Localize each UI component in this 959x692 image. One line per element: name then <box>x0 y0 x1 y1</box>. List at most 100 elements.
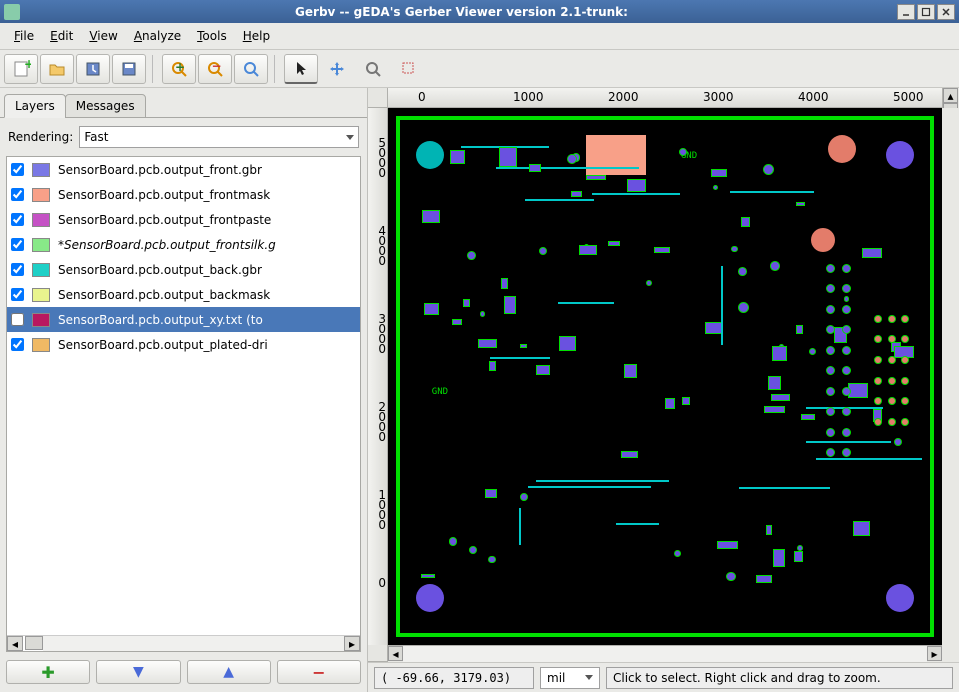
layer-color-swatch[interactable] <box>32 313 50 327</box>
chevron-down-icon <box>585 675 593 680</box>
layer-visibility-checkbox[interactable] <box>11 163 24 176</box>
vscrollbar[interactable]: ▴ ▾ <box>942 88 959 108</box>
layer-filename: SensorBoard.pcb.output_xy.txt (to <box>58 313 356 327</box>
layer-visibility-checkbox[interactable] <box>11 188 24 201</box>
pad-circle <box>416 584 444 612</box>
pcb-feature <box>679 148 687 156</box>
layer-visibility-checkbox[interactable] <box>11 263 24 276</box>
menu-view[interactable]: View <box>81 26 125 46</box>
unit-combo[interactable]: mil <box>540 667 600 689</box>
scroll-left-icon[interactable]: ◂ <box>388 646 403 661</box>
layer-row[interactable]: *SensorBoard.pcb.output_frontsilk.g <box>7 232 360 257</box>
hscrollbar[interactable]: ◂ ▸ <box>388 645 942 662</box>
header-pad <box>901 397 909 405</box>
measure-tool-button[interactable] <box>356 54 390 84</box>
header-pad <box>826 448 835 457</box>
header-pad <box>888 397 896 405</box>
layer-row[interactable]: SensorBoard.pcb.output_plated-dri <box>7 332 360 357</box>
pointer-tool-button[interactable] <box>284 54 318 84</box>
open-button[interactable] <box>40 54 74 84</box>
maximize-button[interactable] <box>917 4 935 20</box>
layer-row[interactable]: SensorBoard.pcb.output_frontpaste <box>7 207 360 232</box>
pcb-feature <box>621 451 638 458</box>
layer-row[interactable]: SensorBoard.pcb.output_front.gbr <box>7 157 360 182</box>
layer-rows[interactable]: SensorBoard.pcb.output_front.gbr SensorBo… <box>7 157 360 635</box>
layer-color-swatch[interactable] <box>32 288 50 302</box>
new-button[interactable]: + <box>4 54 38 84</box>
menu-help[interactable]: Help <box>235 26 278 46</box>
ruler-vertical: 500040003000200010000 <box>368 108 388 645</box>
layer-color-swatch[interactable] <box>32 188 50 202</box>
layer-visibility-checkbox[interactable] <box>11 338 24 351</box>
minimize-button[interactable] <box>897 4 915 20</box>
move-down-button[interactable]: ▼ <box>96 660 180 684</box>
hscroll-track[interactable] <box>403 646 927 662</box>
pcb-feature <box>571 191 582 196</box>
scroll-right-icon[interactable]: ▸ <box>344 636 360 651</box>
pcb-feature <box>756 575 772 583</box>
toggle-render-button[interactable] <box>392 54 426 84</box>
layer-row[interactable]: SensorBoard.pcb.output_back.gbr <box>7 257 360 282</box>
layer-color-swatch[interactable] <box>32 163 50 177</box>
menubar: File Edit View Analyze Tools Help <box>0 23 959 50</box>
triangle-up-icon: ▲ <box>223 664 234 680</box>
save-button[interactable] <box>112 54 146 84</box>
header-pad <box>826 264 835 273</box>
tab-messages[interactable]: Messages <box>65 94 146 118</box>
layer-row[interactable]: SensorBoard.pcb.output_frontmask <box>7 182 360 207</box>
header-pad <box>826 284 835 293</box>
rendering-value: Fast <box>84 130 108 144</box>
side-tabs: Layers Messages <box>0 92 367 118</box>
pcb-feature <box>504 296 516 315</box>
header-pad <box>888 418 896 426</box>
layer-row[interactable]: SensorBoard.pcb.output_xy.txt (to <box>7 307 360 332</box>
pcb-canvas[interactable]: GND GND TC <box>388 108 942 645</box>
menu-analyze[interactable]: Analyze <box>126 26 189 46</box>
pcb-feature <box>766 525 772 535</box>
layer-row[interactable]: SensorBoard.pcb.output_backmask <box>7 282 360 307</box>
zoom-in-button[interactable]: + <box>162 54 196 84</box>
menu-file[interactable]: File <box>6 26 42 46</box>
layer-color-swatch[interactable] <box>32 238 50 252</box>
zoom-out-button[interactable]: − <box>198 54 232 84</box>
menu-label: ools <box>202 29 226 43</box>
pcb-feature <box>848 383 868 398</box>
pan-tool-button[interactable] <box>320 54 354 84</box>
scroll-right-icon[interactable]: ▸ <box>927 646 942 661</box>
rendering-combo[interactable]: Fast <box>79 126 359 148</box>
scroll-left-icon[interactable]: ◂ <box>7 636 23 651</box>
zoom-fit-button[interactable] <box>234 54 268 84</box>
add-layer-button[interactable]: ✚ <box>6 660 90 684</box>
svg-text:+: + <box>175 60 185 74</box>
menu-tools[interactable]: Tools <box>189 26 235 46</box>
ruler-tick: 2000 <box>368 402 386 442</box>
layer-visibility-checkbox[interactable] <box>11 213 24 226</box>
menu-edit[interactable]: Edit <box>42 26 81 46</box>
header-pad <box>888 356 896 364</box>
layer-color-swatch[interactable] <box>32 213 50 227</box>
scroll-up-icon[interactable]: ▴ <box>943 88 958 103</box>
pcb-feature <box>478 339 497 348</box>
move-up-button[interactable]: ▲ <box>187 660 271 684</box>
layer-filename: SensorBoard.pcb.output_front.gbr <box>58 163 356 177</box>
layer-visibility-checkbox[interactable] <box>11 313 24 326</box>
scroll-track[interactable] <box>43 636 344 651</box>
header-pad <box>842 407 851 416</box>
layer-color-swatch[interactable] <box>32 263 50 277</box>
tab-layers[interactable]: Layers <box>4 94 66 118</box>
remove-layer-button[interactable]: − <box>277 660 361 684</box>
header-pad <box>842 284 851 293</box>
scroll-thumb[interactable] <box>25 636 43 650</box>
pcb-feature <box>772 346 787 361</box>
close-button[interactable] <box>937 4 955 20</box>
ruler-tick: 0 <box>368 578 386 588</box>
layer-list: SensorBoard.pcb.output_front.gbr SensorBo… <box>6 156 361 652</box>
layer-visibility-checkbox[interactable] <box>11 288 24 301</box>
layer-hscroll[interactable]: ◂ ▸ <box>7 635 360 651</box>
header-pad <box>842 346 851 355</box>
layer-color-swatch[interactable] <box>32 338 50 352</box>
pcb-feature <box>794 551 803 561</box>
layer-visibility-checkbox[interactable] <box>11 238 24 251</box>
revert-button[interactable] <box>76 54 110 84</box>
pcb-feature <box>646 280 652 286</box>
